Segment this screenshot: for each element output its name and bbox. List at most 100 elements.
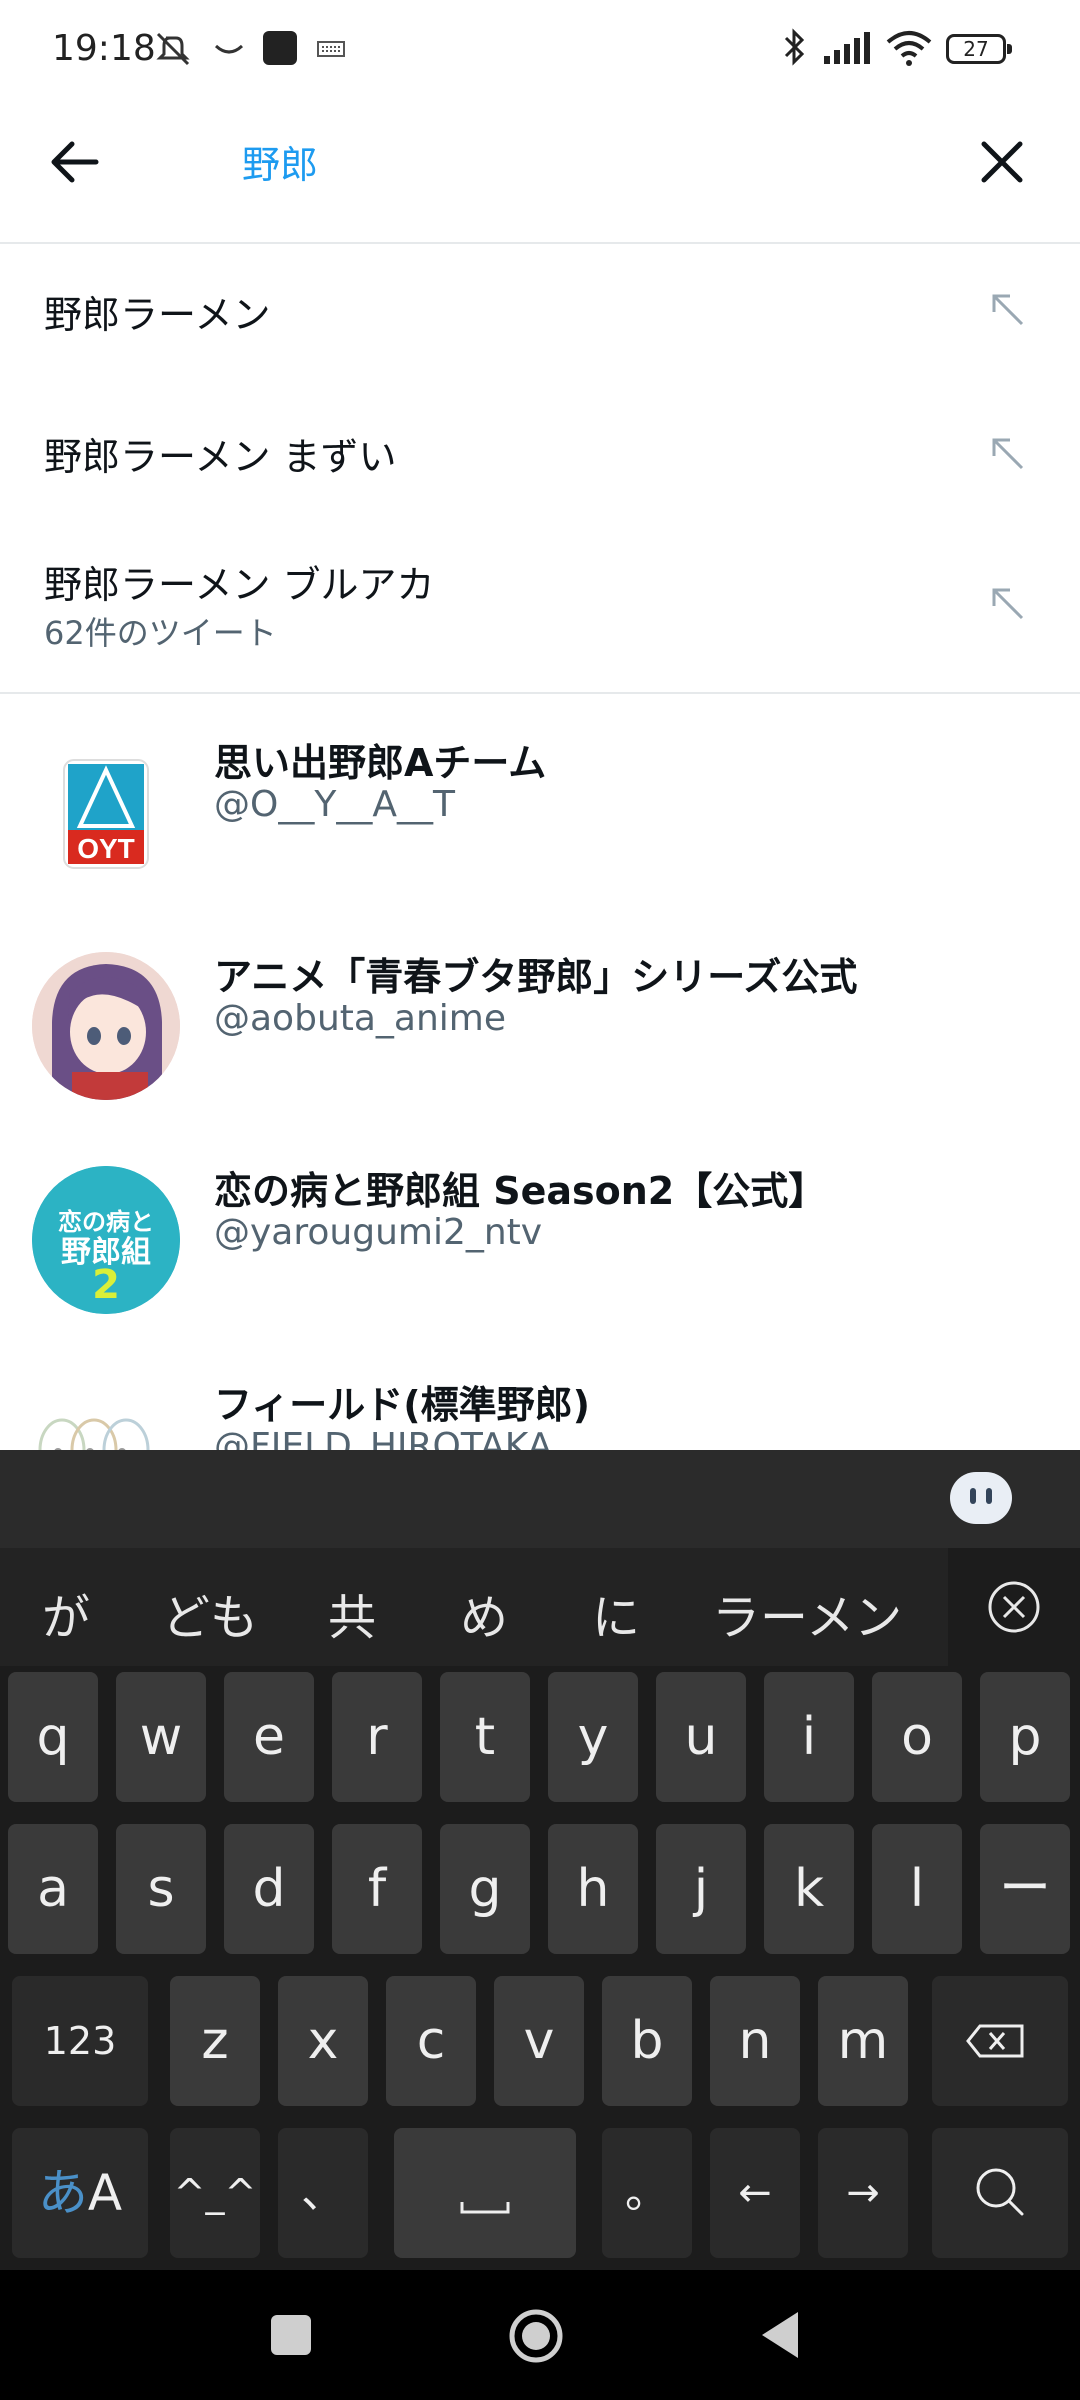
key-n[interactable]: n xyxy=(710,1976,800,2106)
avatar: OYT xyxy=(32,734,180,882)
key-f[interactable]: f xyxy=(332,1824,422,1954)
assistant-bubble-icon[interactable] xyxy=(950,1472,1012,1524)
account-result[interactable]: OYT 思い出野郎Aチーム @O__Y__A__T xyxy=(0,712,1080,902)
avatar xyxy=(32,1380,180,1450)
key-k[interactable]: k xyxy=(764,1824,854,1954)
mute-icon xyxy=(152,30,196,66)
key-v[interactable]: v xyxy=(494,1976,584,2106)
suggestion-text: 野郎ラーメン まずい xyxy=(44,435,397,479)
backspace-key[interactable] xyxy=(932,1976,1068,2106)
account-handle: @yarougumi2_ntv xyxy=(214,1212,543,1253)
fill-query-arrow-icon[interactable] xyxy=(988,434,1028,474)
search-key[interactable] xyxy=(932,2128,1068,2258)
avatar-logo-text: OYT xyxy=(77,833,135,864)
candidate[interactable]: ラーメン xyxy=(712,1578,902,1648)
language-switch-key[interactable]: あA xyxy=(12,2128,148,2258)
smile-icon xyxy=(212,30,246,66)
avatar-logo-text: 恋の病と xyxy=(58,1208,154,1236)
cursor-right-key[interactable]: → xyxy=(818,2128,908,2258)
key-m[interactable]: m xyxy=(818,1976,908,2106)
key-b[interactable]: b xyxy=(602,1976,692,2106)
divider xyxy=(0,692,1080,694)
app-notification-icon xyxy=(262,30,298,66)
search-input[interactable]: 野郎 xyxy=(242,134,318,189)
keyboard-toolbar xyxy=(0,1450,1080,1548)
key-l[interactable]: l xyxy=(872,1824,962,1954)
account-handle: @O__Y__A__T xyxy=(214,784,455,825)
key-s[interactable]: s xyxy=(116,1824,206,1954)
emoticon-key[interactable]: ^_^ xyxy=(170,2128,260,2258)
home-button[interactable] xyxy=(508,2308,564,2364)
lang-kana-label: あ xyxy=(37,2164,88,2222)
fill-query-arrow-icon[interactable] xyxy=(988,290,1028,330)
back-nav-button[interactable] xyxy=(758,2310,802,2360)
account-handle: @FIELD_HIROTAKA xyxy=(214,1426,553,1450)
arrow-left-icon xyxy=(51,141,99,183)
search-suggestion[interactable]: 野郎ラーメン まずい xyxy=(0,384,1080,514)
fill-query-arrow-icon[interactable] xyxy=(988,584,1028,624)
candidate[interactable]: 共 xyxy=(328,1578,376,1648)
period-key[interactable]: 。 xyxy=(602,2128,692,2258)
svg-text:2: 2 xyxy=(92,1262,120,1308)
square-icon xyxy=(271,2315,311,2355)
system-nav-bar xyxy=(0,2270,1080,2400)
wifi-icon xyxy=(884,30,934,66)
key-e[interactable]: e xyxy=(224,1672,314,1802)
close-candidates-button[interactable] xyxy=(948,1548,1080,1666)
suggestion-text: 野郎ラーメン ブルアカ xyxy=(44,563,435,607)
space-key[interactable] xyxy=(394,2128,576,2258)
status-bar: 19:18 27 xyxy=(0,0,1080,100)
candidate-bar: が ども 共 め に ラーメン xyxy=(0,1548,1080,1666)
key-z[interactable]: z xyxy=(170,1976,260,2106)
key-j[interactable]: j xyxy=(656,1824,746,1954)
key-w[interactable]: w xyxy=(116,1672,206,1802)
soft-keyboard: が ども 共 め に ラーメン q w e r t y u i o p a s … xyxy=(0,1450,1080,2270)
signal-icon xyxy=(822,30,872,66)
key-q[interactable]: q xyxy=(8,1672,98,1802)
suggestion-tweet-count: 62件のツイート xyxy=(44,614,277,652)
search-icon xyxy=(976,2168,1024,2216)
key-c[interactable]: c xyxy=(386,1976,476,2106)
search-suggestion[interactable]: 野郎ラーメン ブルアカ 62件のツイート xyxy=(0,534,1080,684)
key-p[interactable]: p xyxy=(980,1672,1070,1802)
key-y[interactable]: y xyxy=(548,1672,638,1802)
lang-latin-label: A xyxy=(87,2164,123,2222)
status-time: 19:18 xyxy=(52,28,156,69)
back-button[interactable] xyxy=(44,130,108,194)
candidate[interactable]: ども xyxy=(162,1578,258,1648)
candidate[interactable]: め xyxy=(460,1578,508,1648)
backspace-icon xyxy=(966,2024,1024,2058)
key-u[interactable]: u xyxy=(656,1672,746,1802)
key-h[interactable]: h xyxy=(548,1824,638,1954)
triangle-back-icon xyxy=(762,2312,798,2358)
account-name: 思い出野郎Aチーム xyxy=(214,741,547,785)
account-result[interactable]: アニメ「青春ブタ野郎」シリーズ公式 @aobuta_anime xyxy=(0,926,1080,1116)
account-handle: @aobuta_anime xyxy=(214,998,507,1039)
search-suggestion[interactable]: 野郎ラーメン xyxy=(0,244,1080,374)
key-t[interactable]: t xyxy=(440,1672,530,1802)
close-circle-icon xyxy=(988,1581,1040,1633)
cursor-left-key[interactable]: ← xyxy=(710,2128,800,2258)
key-a[interactable]: a xyxy=(8,1824,98,1954)
account-name: フィールド(標準野郎) xyxy=(214,1383,590,1427)
keyboard-icon xyxy=(316,30,346,66)
search-header: 野郎 xyxy=(0,100,1080,244)
key-i[interactable]: i xyxy=(764,1672,854,1802)
recents-button[interactable] xyxy=(270,2314,312,2356)
key-x[interactable]: x xyxy=(278,1976,368,2106)
comma-key[interactable]: 、 xyxy=(278,2128,368,2258)
key-numbers[interactable]: 123 xyxy=(12,1976,148,2106)
candidate[interactable]: が xyxy=(42,1578,90,1648)
key-long-vowel[interactable]: ー xyxy=(980,1824,1070,1954)
account-result[interactable]: フィールド(標準野郎) @FIELD_HIROTAKA xyxy=(0,1354,1080,1450)
close-icon xyxy=(981,141,1023,183)
key-g[interactable]: g xyxy=(440,1824,530,1954)
key-r[interactable]: r xyxy=(332,1672,422,1802)
candidate[interactable]: に xyxy=(592,1578,640,1648)
space-icon xyxy=(460,2202,510,2214)
account-result[interactable]: 恋の病と 野郎組 2 恋の病と野郎組 Season2【公式】 @yarougum… xyxy=(0,1140,1080,1330)
key-d[interactable]: d xyxy=(224,1824,314,1954)
home-circle-icon xyxy=(509,2309,563,2363)
clear-search-button[interactable] xyxy=(970,130,1034,194)
key-o[interactable]: o xyxy=(872,1672,962,1802)
